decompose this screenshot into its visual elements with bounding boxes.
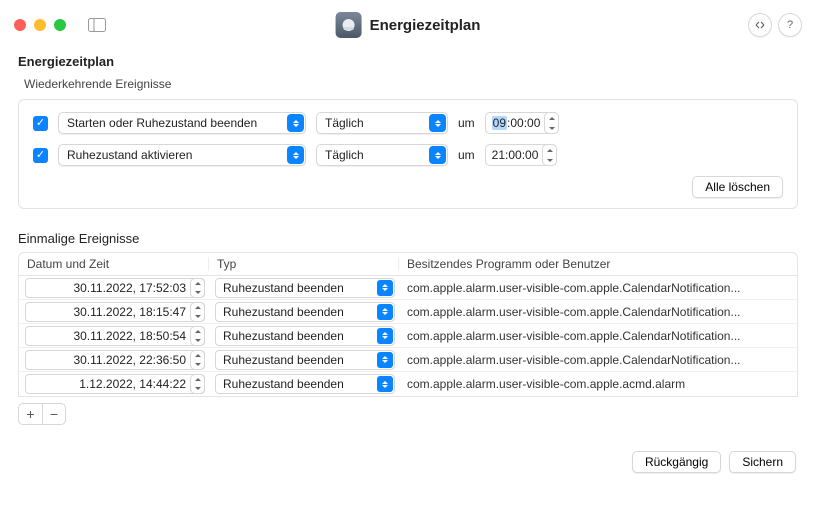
enable-checkbox[interactable]: ✓ [33, 148, 48, 163]
owner-cell: com.apple.alarm.user-visible-com.apple.a… [399, 377, 797, 391]
window-controls [14, 19, 66, 31]
collapse-button[interactable] [748, 13, 772, 37]
action-select[interactable]: Ruhezustand aktivieren [58, 144, 306, 166]
chevron-updown-icon [377, 352, 393, 368]
datetime-stepper[interactable] [190, 350, 205, 370]
enable-checkbox[interactable]: ✓ [33, 116, 48, 131]
owner-cell: com.apple.alarm.user-visible-com.apple.C… [399, 281, 797, 295]
table-row[interactable]: 30.11.2022, 18:50:54 Ruhezustand beenden c… [19, 324, 797, 348]
type-select[interactable]: Ruhezustand beenden [215, 302, 395, 322]
frequency-select[interactable]: Täglich [316, 112, 448, 134]
help-button[interactable]: ? [778, 13, 802, 37]
type-select[interactable]: Ruhezustand beenden [215, 278, 395, 298]
datetime-field[interactable]: 30.11.2022, 22:36:50 [25, 350, 205, 370]
at-label: um [458, 148, 475, 162]
datetime-stepper[interactable] [190, 302, 205, 322]
revert-button[interactable]: Rückgängig [632, 451, 721, 473]
table-row[interactable]: 30.11.2022, 18:15:47 Ruhezustand beenden c… [19, 300, 797, 324]
save-button[interactable]: Sichern [729, 451, 796, 473]
minimize-window-button[interactable] [34, 19, 46, 31]
chevron-updown-icon [287, 114, 304, 132]
type-select[interactable]: Ruhezustand beenden [215, 374, 395, 394]
chevron-updown-icon [377, 280, 393, 296]
onetime-events-label: Einmalige Ereignisse [18, 231, 798, 246]
titlebar: Energiezeitplan ? [0, 0, 816, 50]
table-row[interactable]: 1.12.2022, 14:44:22 Ruhezustand beenden co… [19, 372, 797, 396]
window-title-group: Energiezeitplan [336, 12, 481, 38]
time-field[interactable]: 21:00:00 [485, 144, 558, 166]
datetime-stepper[interactable] [190, 278, 205, 298]
app-icon [336, 12, 362, 38]
chevron-updown-icon [429, 146, 446, 164]
type-select[interactable]: Ruhezustand beenden [215, 350, 395, 370]
time-field[interactable]: 09:00:00 [485, 112, 560, 134]
close-window-button[interactable] [14, 19, 26, 31]
owner-cell: com.apple.alarm.user-visible-com.apple.C… [399, 353, 797, 367]
chevron-updown-icon [377, 304, 393, 320]
sidebar-toggle-icon[interactable] [88, 18, 106, 32]
window-title: Energiezeitplan [370, 17, 481, 34]
header-owner[interactable]: Besitzendes Programm oder Benutzer [399, 257, 797, 271]
type-select[interactable]: Ruhezustand beenden [215, 326, 395, 346]
table-row[interactable]: 30.11.2022, 17:52:03 Ruhezustand beenden c… [19, 276, 797, 300]
datetime-field[interactable]: 30.11.2022, 18:15:47 [25, 302, 205, 322]
clear-all-button[interactable]: Alle löschen [692, 176, 783, 198]
chevron-updown-icon [429, 114, 446, 132]
add-row-button[interactable]: + [18, 403, 42, 425]
recurring-events-label: Wiederkehrende Ereignisse [24, 77, 798, 91]
header-type[interactable]: Typ [209, 257, 399, 271]
datetime-field[interactable]: 1.12.2022, 14:44:22 [25, 374, 205, 394]
header-datetime[interactable]: Datum und Zeit [19, 257, 209, 271]
zoom-window-button[interactable] [54, 19, 66, 31]
table-row[interactable]: 30.11.2022, 22:36:50 Ruhezustand beenden c… [19, 348, 797, 372]
owner-cell: com.apple.alarm.user-visible-com.apple.C… [399, 329, 797, 343]
time-stepper[interactable] [544, 112, 559, 134]
chevron-updown-icon [377, 376, 393, 392]
chevron-updown-icon [287, 146, 304, 164]
page-title: Energiezeitplan [18, 54, 798, 69]
at-label: um [458, 116, 475, 130]
recurring-events-panel: ✓ Starten oder Ruhezustand beenden Täglich… [18, 99, 798, 209]
remove-row-button[interactable]: − [42, 403, 66, 425]
datetime-stepper[interactable] [190, 374, 205, 394]
action-select[interactable]: Starten oder Ruhezustand beenden [58, 112, 306, 134]
owner-cell: com.apple.alarm.user-visible-com.apple.C… [399, 305, 797, 319]
frequency-select[interactable]: Täglich [316, 144, 448, 166]
recurring-row: ✓ Ruhezustand aktivieren Täglich um 21:00:00 [33, 144, 783, 166]
datetime-field[interactable]: 30.11.2022, 17:52:03 [25, 278, 205, 298]
datetime-stepper[interactable] [190, 326, 205, 346]
chevron-updown-icon [377, 328, 393, 344]
table-body: 30.11.2022, 17:52:03 Ruhezustand beenden c… [18, 276, 798, 397]
datetime-field[interactable]: 30.11.2022, 18:50:54 [25, 326, 205, 346]
recurring-row: ✓ Starten oder Ruhezustand beenden Täglich… [33, 112, 783, 134]
time-stepper[interactable] [542, 144, 557, 166]
table-header: Datum und Zeit Typ Besitzendes Programm … [18, 252, 798, 276]
